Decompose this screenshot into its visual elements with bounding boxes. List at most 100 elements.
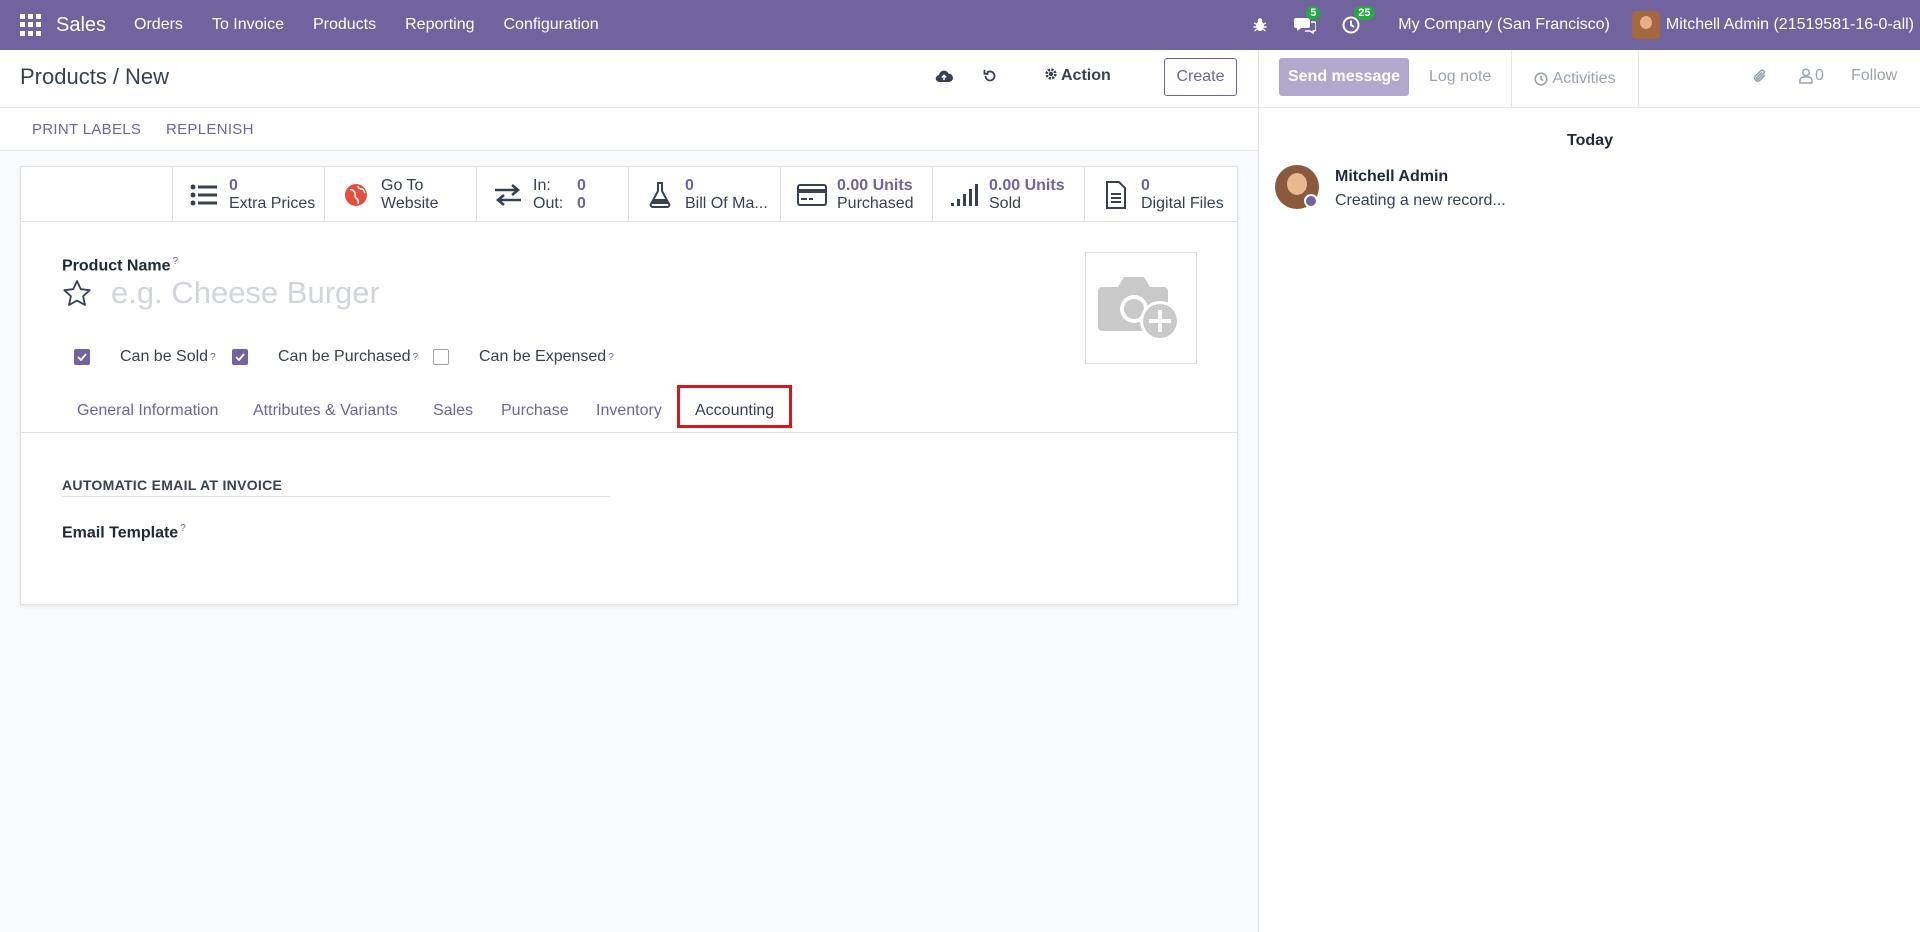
help-tooltip-icon[interactable]: ? <box>180 523 186 534</box>
can-be-expensed-label: Can be Expensed <box>479 348 607 365</box>
paperclip-icon[interactable] <box>1752 67 1768 85</box>
notebook-tabs: General Information Attributes & Variant… <box>21 385 1237 433</box>
replenish-button[interactable]: REPLENISH <box>166 121 254 138</box>
date-separator: Today <box>1567 132 1613 149</box>
action-label: Action <box>1061 67 1111 84</box>
create-button[interactable]: Create <box>1164 58 1237 96</box>
email-template-label: Email Template? <box>62 523 186 542</box>
smart-buttons: 0 Extra Prices Go To Website In: 0 Out: 0 0B… <box>21 167 1237 222</box>
debug-bug-icon[interactable] <box>1252 17 1268 33</box>
menu-configuration[interactable]: Configuration <box>504 16 599 34</box>
automatic-email-section-title: AUTOMATIC EMAIL AT INVOICE <box>62 477 283 493</box>
apps-menu-icon[interactable] <box>20 14 42 36</box>
favorite-star-icon[interactable] <box>62 279 92 312</box>
sold-label: Sold <box>989 194 1022 212</box>
bom-count: 0 <box>685 176 694 194</box>
form-sheet: 0 Extra Prices Go To Website In: 0 Out: 0 0B… <box>20 166 1238 605</box>
email-template-label-text: Email Template <box>62 524 179 542</box>
website-line2: Website <box>381 194 439 212</box>
in-label: In: <box>533 176 551 194</box>
flask-icon <box>643 181 677 208</box>
tab-inventory[interactable]: Inventory <box>596 402 662 420</box>
breadcrumb-separator: / <box>112 64 119 89</box>
can-be-sold-checkbox[interactable]: Can be Sold? <box>74 348 216 366</box>
sold-value: 0.00 Units <box>989 176 1065 194</box>
online-status-dot <box>1304 194 1318 208</box>
user-icon <box>1799 68 1813 84</box>
file-icon <box>1099 180 1133 209</box>
checkbox-unchecked-icon <box>433 349 449 365</box>
save-cloud-icon[interactable] <box>935 68 953 89</box>
checkbox-checked-icon <box>74 349 90 365</box>
list-icon <box>187 183 221 207</box>
can-be-expensed-checkbox[interactable]: Can be Expensed? <box>433 348 614 366</box>
user-avatar <box>1631 11 1660 39</box>
purchased-button[interactable]: 0.00 Units Purchased <box>780 167 932 222</box>
help-tooltip-icon[interactable]: ? <box>172 256 178 267</box>
credit-card-icon <box>795 183 829 206</box>
breadcrumb-products[interactable]: Products <box>20 64 107 89</box>
help-tooltip-icon[interactable]: ? <box>608 352 614 363</box>
log-note-button[interactable]: Log note <box>1429 68 1491 86</box>
menu-orders[interactable]: Orders <box>134 16 183 34</box>
followers-count: 0 <box>1815 67 1824 84</box>
in-out-button[interactable]: In: 0 Out: 0 <box>476 167 628 222</box>
chatter-panel: Send message Log note Activities 0 Follo… <box>1258 50 1920 932</box>
messages-badge: 5 <box>1306 6 1321 20</box>
tab-attributes-variants[interactable]: Attributes & Variants <box>253 402 398 420</box>
extra-prices-count: 0 <box>229 176 238 194</box>
extra-prices-button[interactable]: 0 Extra Prices <box>172 167 324 222</box>
can-be-purchased-label: Can be Purchased <box>278 348 411 365</box>
section-divider <box>62 496 610 497</box>
digital-files-button[interactable]: 0 Digital Files <box>1084 167 1236 222</box>
gear-icon <box>1045 68 1057 80</box>
user-name: Mitchell Admin (21519581-16-0-all) <box>1665 16 1914 33</box>
signal-bars-icon <box>947 183 981 207</box>
purchased-value: 0.00 Units <box>837 176 913 194</box>
activities-label: Activities <box>1552 70 1616 87</box>
help-tooltip-icon[interactable]: ? <box>413 352 419 363</box>
globe-icon <box>339 183 373 207</box>
app-name[interactable]: Sales <box>56 14 106 37</box>
accounting-tab-highlight <box>677 385 792 428</box>
out-label: Out: <box>533 194 564 212</box>
purchased-label: Purchased <box>837 194 914 212</box>
company-switcher[interactable]: My Company (San Francisco) <box>1398 16 1610 34</box>
action-menu-button[interactable]: Action <box>1044 67 1111 85</box>
tab-general-information[interactable]: General Information <box>77 402 218 420</box>
messages-icon[interactable]: 5 <box>1294 6 1321 34</box>
followers-button[interactable]: 0 <box>1799 67 1824 85</box>
discard-undo-icon[interactable] <box>982 68 998 89</box>
camera-plus-icon <box>1098 277 1180 341</box>
bom-label: Bill Of Ma... <box>685 194 768 212</box>
tab-purchase[interactable]: Purchase <box>501 402 569 420</box>
product-name-input[interactable] <box>111 273 1031 313</box>
activities-button[interactable]: Activities <box>1511 50 1639 108</box>
send-message-button[interactable]: Send message <box>1279 58 1409 96</box>
activities-badge: 25 <box>1354 6 1375 20</box>
menu-reporting[interactable]: Reporting <box>405 16 474 34</box>
product-image-upload[interactable] <box>1085 252 1197 364</box>
print-labels-button[interactable]: PRINT LABELS <box>32 121 141 138</box>
in-value: 0 <box>577 176 586 194</box>
tab-sales[interactable]: Sales <box>433 402 473 420</box>
menu-to-invoice[interactable]: To Invoice <box>212 16 284 34</box>
user-menu[interactable]: Mitchell Admin (21519581-16-0-all) <box>1631 11 1914 39</box>
go-to-website-button[interactable]: Go To Website <box>324 167 476 222</box>
breadcrumb-current: New <box>124 64 169 89</box>
breadcrumb: Products / New <box>20 64 169 90</box>
website-line1: Go To <box>381 176 424 194</box>
help-tooltip-icon[interactable]: ? <box>210 352 216 363</box>
extra-prices-label: Extra Prices <box>229 194 316 212</box>
can-be-sold-label: Can be Sold <box>120 348 209 365</box>
sold-button[interactable]: 0.00 Units Sold <box>932 167 1084 222</box>
menu-products[interactable]: Products <box>313 16 376 34</box>
follow-button[interactable]: Follow <box>1851 67 1897 85</box>
can-be-purchased-checkbox[interactable]: Can be Purchased? <box>232 348 418 366</box>
digital-files-count: 0 <box>1141 176 1150 194</box>
bill-of-materials-button[interactable]: 0 Bill Of Ma... <box>628 167 780 222</box>
form-header-bar: PRINT LABELS REPLENISH <box>0 108 1258 151</box>
checkbox-checked-icon <box>232 349 248 365</box>
activities-clock-icon[interactable]: 25 <box>1342 6 1375 34</box>
clock-icon <box>1534 72 1549 86</box>
